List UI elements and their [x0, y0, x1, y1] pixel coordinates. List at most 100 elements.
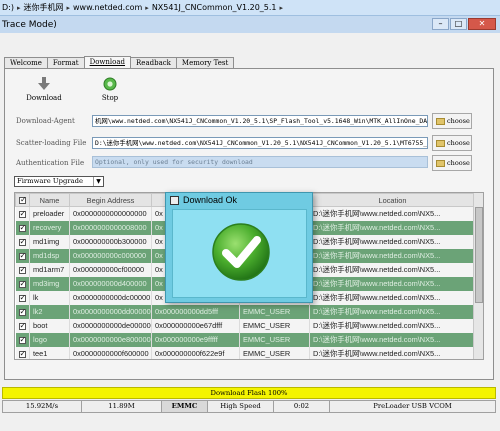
cell-end: 0x000000000dd5fff	[151, 304, 240, 319]
chevron-right-icon: ▸	[279, 3, 284, 12]
cell-name: lk2	[29, 304, 70, 319]
download-button[interactable]: Download	[26, 77, 62, 102]
row-checkbox-cell[interactable]	[15, 276, 30, 291]
cell-begin: 0x000000000c000000	[69, 248, 152, 263]
row-checkbox-cell[interactable]	[15, 206, 30, 221]
cell-end: 0x000000000f622e9f	[151, 346, 240, 359]
download-agent-field[interactable]: 机网\www.netded.com\NX541J_CNCommon_V1.20_…	[92, 115, 428, 127]
auth-file-field: Optional, only used for security downloa…	[92, 156, 428, 168]
status-size: 11.89M	[82, 400, 162, 413]
vertical-scrollbar[interactable]	[473, 193, 483, 359]
cell-begin: 0x0000000000000000	[69, 206, 152, 221]
cell-location: D:\迷你手机网\www.netded.com\NX5...	[309, 318, 476, 333]
close-button[interactable]: ✕	[468, 18, 496, 30]
scatter-file-select[interactable]: D:\迷你手机网\www.netded.com\NX541J_CNCommon_…	[92, 137, 428, 149]
checkbox[interactable]	[18, 279, 26, 288]
mode-select[interactable]: Firmware Upgrade ▼	[14, 176, 104, 187]
cell-begin: 0x0000000000dc00000	[69, 290, 152, 305]
status-port: PreLoader USB VCOM	[330, 400, 496, 413]
download-agent-choose-button[interactable]: choose	[432, 113, 472, 129]
cell-name: recovery	[29, 220, 70, 235]
download-progress-bar: Download Flash 100%	[2, 387, 496, 399]
cell-begin: 0x0000000000e800000	[69, 332, 152, 347]
cell-end: 0x000000000e67dfff	[151, 318, 240, 333]
row-checkbox-cell[interactable]	[15, 220, 30, 235]
window-controls: – □ ✕	[432, 18, 496, 30]
maximize-button[interactable]: □	[450, 18, 467, 30]
row-checkbox-cell[interactable]	[15, 262, 30, 277]
app-icon	[170, 195, 179, 205]
cell-location: D:\迷你手机网\www.netded.com\NX5...	[309, 220, 476, 235]
chevron-right-icon: ▸	[16, 3, 21, 12]
row-checkbox-cell[interactable]	[15, 304, 30, 319]
folder-icon	[436, 117, 445, 125]
checkbox[interactable]	[18, 209, 26, 218]
table-row[interactable]: logo0x0000000000e8000000x000000000e9ffff…	[15, 332, 476, 347]
checkbox[interactable]	[18, 223, 26, 232]
row-checkbox-cell[interactable]	[15, 346, 30, 359]
check-mark-icon	[212, 223, 270, 281]
status-speed: 15.92M/s	[2, 400, 82, 413]
checkbox[interactable]	[18, 321, 26, 330]
minimize-button[interactable]: –	[432, 18, 449, 30]
dialog-body	[172, 209, 307, 298]
cell-location: D:\迷你手机网\www.netded.com\NX5...	[309, 262, 476, 277]
column-header-begin[interactable]: Begin Address	[69, 193, 152, 207]
row-checkbox-cell[interactable]	[15, 248, 30, 263]
row-checkbox-cell[interactable]	[15, 318, 30, 333]
checkbox[interactable]	[18, 251, 26, 260]
cell-begin: 0x000000000d400000	[69, 276, 152, 291]
column-header-name[interactable]: Name	[29, 193, 70, 207]
row-checkbox-cell[interactable]	[15, 290, 30, 305]
breadcrumb-item[interactable]: D:)	[2, 3, 14, 12]
table-row[interactable]: lk20x0000000000dd000000x000000000dd5fffE…	[15, 304, 476, 319]
cell-location: D:\迷你手机网\www.netded.com\NX5...	[309, 332, 476, 347]
stop-label: Stop	[101, 94, 119, 102]
table-row[interactable]: boot0x0000000000de000000x000000000e67dff…	[15, 318, 476, 333]
cell-location: D:\迷你手机网\www.netded.com\NX5...	[309, 206, 476, 221]
table-row[interactable]: tee10x0000000000f6000000x000000000f622e9…	[15, 346, 476, 359]
cell-name: md1dsp	[29, 248, 70, 263]
checkbox[interactable]	[19, 195, 27, 205]
stop-button[interactable]: Stop	[96, 77, 124, 102]
cell-location: D:\迷你手机网\www.netded.com\NX5...	[309, 290, 476, 305]
cell-name: tee1	[29, 346, 70, 359]
cell-location: D:\迷你手机网\www.netded.com\NX5...	[309, 248, 476, 263]
breadcrumb: D:) ▸ 迷你手机网 ▸ www.netded.com ▸ NX541J_CN…	[0, 0, 500, 16]
status-bar: 15.92M/s 11.89M EMMC High Speed 0:02 Pre…	[2, 400, 496, 413]
select-all-header[interactable]	[15, 193, 30, 207]
choose-label: choose	[447, 159, 470, 167]
status-storage: EMMC	[162, 400, 208, 413]
checkbox[interactable]	[18, 349, 26, 358]
cell-name: md3img	[29, 276, 70, 291]
cell-location: D:\迷你手机网\www.netded.com\NX5...	[309, 346, 476, 359]
cell-name: logo	[29, 332, 70, 347]
auth-choose-button[interactable]: choose	[432, 155, 472, 171]
auth-file-label: Authentication File	[16, 159, 85, 167]
cell-location: D:\迷你手机网\www.netded.com\NX5...	[309, 276, 476, 291]
checkbox[interactable]	[18, 293, 26, 302]
column-header-location[interactable]: Location	[309, 193, 476, 207]
checkbox[interactable]	[18, 265, 26, 274]
cell-region: EMMC_USER	[239, 318, 310, 333]
scatter-choose-button[interactable]: choose	[432, 135, 472, 151]
status-time: 0:02	[274, 400, 330, 413]
scrollbar-thumb[interactable]	[475, 207, 483, 303]
breadcrumb-item[interactable]: 迷你手机网	[24, 2, 64, 13]
row-checkbox-cell[interactable]	[15, 234, 30, 249]
choose-label: choose	[447, 117, 470, 125]
breadcrumb-item[interactable]: www.netded.com	[73, 3, 142, 12]
cell-name: md1img	[29, 234, 70, 249]
checkbox[interactable]	[18, 237, 26, 246]
checkbox[interactable]	[18, 307, 26, 316]
checkbox[interactable]	[18, 335, 26, 344]
download-ok-dialog: Download Ok	[165, 192, 313, 303]
dialog-title-bar: Download Ok	[166, 193, 312, 207]
download-label: Download	[26, 94, 62, 102]
cell-begin: 0x000000000b300000	[69, 234, 152, 249]
mode-select-value: Firmware Upgrade	[17, 177, 83, 185]
cell-name: lk	[29, 290, 70, 305]
row-checkbox-cell[interactable]	[15, 332, 30, 347]
cell-location: D:\迷你手机网\www.netded.com\NX5...	[309, 234, 476, 249]
breadcrumb-item[interactable]: NX541J_CNCommon_V1.20_5.1	[152, 3, 277, 12]
